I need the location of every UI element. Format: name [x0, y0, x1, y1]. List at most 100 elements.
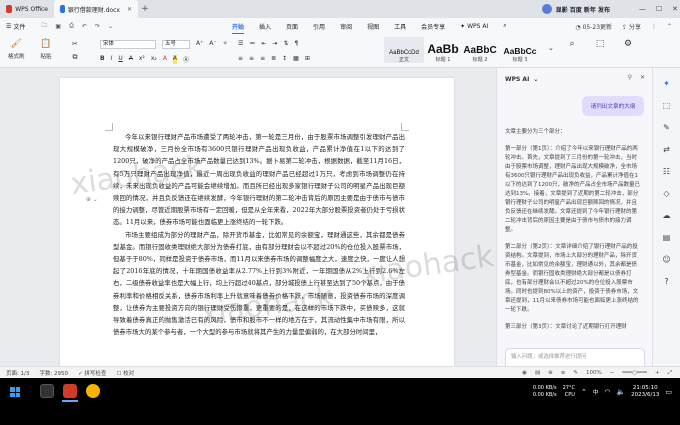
minimize-icon[interactable]: — — [639, 5, 646, 13]
focus-icon[interactable]: ✎ — [573, 370, 578, 376]
redo-icon[interactable]: ↷ — [95, 23, 100, 30]
grow-font-icon[interactable]: A⁺ — [196, 40, 203, 47]
share-button[interactable]: ⇪ 分享 — [622, 22, 641, 31]
style-normal[interactable]: AaBbCcDd 正文 — [384, 37, 424, 63]
indent-icon[interactable]: ⇥ — [272, 40, 277, 47]
notification-icon[interactable]: ▭ — [665, 388, 672, 396]
document-page[interactable]: 今年以来银行理财产品市场遭受了两轮冲击，第一轮是三月份，由于股票市场调整引发理财… — [60, 78, 496, 366]
menu-page[interactable]: 页面 — [286, 22, 298, 31]
outdent-icon[interactable]: ⇤ — [261, 40, 266, 47]
bullet-list-icon[interactable]: ☰ — [238, 40, 243, 47]
read-mode-icon[interactable]: ◉ — [522, 370, 527, 376]
format-brush-button[interactable]: 🖌 格式刷 — [8, 38, 25, 60]
highlight-icon[interactable]: A — [172, 55, 178, 64]
style-heading-3[interactable]: AaBbCc 标题 3 — [500, 37, 540, 63]
zoom-slider[interactable]: ━━━○━━━ — [622, 370, 647, 376]
style-heading-1[interactable]: AaBb 标题 1 — [426, 37, 460, 63]
edit-icon[interactable]: ✎ — [662, 122, 672, 132]
close-icon[interactable]: ✕ — [672, 5, 678, 13]
strikethrough-icon[interactable]: A — [129, 55, 133, 64]
underline-icon[interactable]: U — [118, 55, 122, 64]
web-view-icon[interactable]: ⊕ — [548, 370, 553, 376]
chevron-down-icon[interactable]: ⌄ — [533, 76, 538, 83]
select-icon[interactable]: ⬚ — [662, 100, 672, 110]
tab-document[interactable]: 银行借款理财.docx ✕ — [54, 0, 138, 18]
select-button[interactable]: ⬚ — [594, 38, 606, 52]
input-language[interactable]: 中 — [593, 388, 599, 396]
spell-check[interactable]: ✓ 拼写检查 — [78, 369, 106, 377]
menu-view[interactable]: 视图 — [367, 22, 379, 31]
navigation-icon[interactable]: ☷ — [662, 166, 672, 176]
thumbs-icon[interactable]: ☺ — [662, 254, 672, 264]
align-center-icon[interactable]: ≡ — [249, 55, 254, 62]
font-size-select[interactable]: 五号 — [162, 40, 190, 49]
copy-icon[interactable]: ⧉ — [72, 53, 77, 62]
dropdown-icon[interactable]: ⌄ — [108, 23, 113, 30]
border-icon[interactable]: ⊞ — [305, 55, 310, 62]
tab-wps-office[interactable]: WPS Office — [0, 0, 54, 18]
menu-home[interactable]: 开始 — [232, 22, 245, 35]
menu-tools[interactable]: 工具 — [394, 22, 406, 31]
task-view-icon[interactable] — [40, 384, 54, 398]
wps-taskbar-icon[interactable] — [63, 384, 77, 398]
fullscreen-icon[interactable]: ⤢ — [668, 370, 672, 377]
browser-taskbar-icon[interactable] — [86, 384, 100, 398]
ai-assistant-icon[interactable]: ✦ — [662, 78, 672, 88]
document-area[interactable]: 今年以来银行理财产品市场遭受了两轮冲击，第一轮是三月份，由于股票市场调整引发理财… — [0, 68, 496, 366]
word-count[interactable]: 字数: 2950 — [39, 369, 68, 377]
shading-icon[interactable]: ▦ — [293, 55, 299, 62]
wifi-icon[interactable]: ◠ — [604, 388, 610, 396]
font-name-select[interactable]: 宋体 — [100, 40, 156, 49]
cut-icon[interactable]: ✂ — [72, 40, 78, 48]
bold-icon[interactable]: B — [100, 55, 105, 64]
pin-icon[interactable]: ⚲ — [628, 74, 632, 81]
font-color-icon[interactable]: A — [163, 55, 167, 64]
shape-icon[interactable]: ◇ — [662, 188, 672, 198]
file-menu[interactable]: ☰ 文件 — [0, 22, 31, 31]
italic-icon[interactable]: I — [111, 55, 113, 64]
zoom-in-icon[interactable]: + — [655, 370, 660, 376]
menu-review[interactable]: 审阅 — [340, 22, 352, 31]
page-view-icon[interactable]: ▤ — [535, 370, 540, 376]
print-icon[interactable]: ⎙ — [69, 22, 74, 30]
style-more-button[interactable]: ⌄ — [548, 44, 554, 52]
clear-format-icon[interactable]: ✧ — [223, 40, 228, 47]
search-icon[interactable]: ⌕ — [503, 22, 506, 30]
justify-icon[interactable]: ≣ — [271, 55, 276, 62]
char-border-icon[interactable]: Ⓐ — [183, 55, 189, 64]
clock[interactable]: 21:05:10 2023/6/13 — [631, 385, 659, 399]
collapse-ribbon-icon[interactable]: ⌃ — [667, 23, 672, 30]
sort-icon[interactable]: ⇅ — [283, 40, 288, 47]
paste-button[interactable]: 📋 粘贴 — [40, 38, 52, 60]
expand-handle-icon[interactable]: ⊕ ⌄ — [86, 196, 98, 203]
menu-insert[interactable]: 插入 — [259, 22, 271, 31]
find-button[interactable]: ⌕ — [566, 38, 578, 52]
folder-icon[interactable]: 🗀 — [41, 21, 47, 31]
more-icon[interactable]: ⋮ — [651, 23, 657, 30]
line-spacing-icon[interactable]: ↕ — [282, 55, 287, 62]
help-icon[interactable]: ? — [662, 276, 672, 286]
template-icon[interactable]: ▤ — [662, 232, 672, 242]
superscript-icon[interactable]: x² — [139, 55, 145, 64]
zoom-out-icon[interactable]: − — [610, 370, 615, 376]
menu-reference[interactable]: 引用 — [313, 22, 325, 31]
undo-icon[interactable]: ↶ — [82, 23, 87, 30]
cloud-icon[interactable]: ☁ — [662, 210, 672, 220]
avatar[interactable] — [541, 4, 552, 14]
translate-icon[interactable]: ⇄ — [662, 144, 672, 154]
save-icon[interactable]: ▣ — [55, 23, 61, 30]
chevron-up-icon[interactable]: ⌃ — [581, 388, 587, 396]
outline-view-icon[interactable]: ≡ — [561, 370, 566, 376]
settings-button[interactable]: ⚙ — [622, 38, 634, 52]
align-right-icon[interactable]: ≡ — [260, 55, 265, 62]
close-tab-icon[interactable]: ✕ — [127, 6, 132, 13]
numbered-list-icon[interactable]: ≔ — [249, 40, 255, 47]
align-left-icon[interactable]: ≡ — [238, 55, 243, 62]
show-marks-icon[interactable]: ¶ — [294, 40, 298, 47]
zoom-level[interactable]: 100% — [586, 370, 602, 376]
style-heading-2[interactable]: AaBbC 标题 2 — [460, 37, 500, 63]
maximize-icon[interactable]: ☐ — [656, 5, 662, 13]
menu-wps-ai[interactable]: ✦ WPS AI — [460, 23, 488, 30]
windows-start-icon[interactable] — [10, 387, 20, 397]
new-tab-button[interactable]: + — [138, 0, 152, 18]
